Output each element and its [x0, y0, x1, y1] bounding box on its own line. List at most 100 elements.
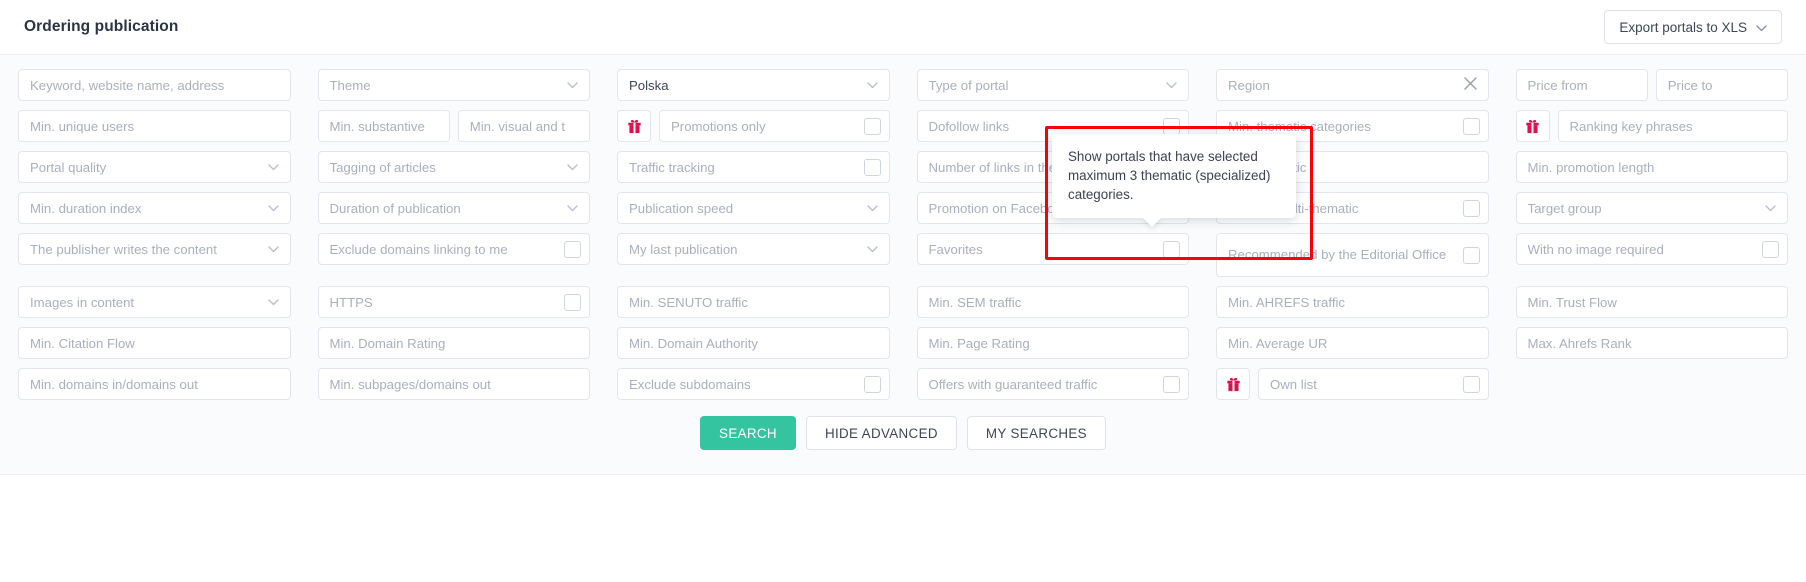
field-label: Offers with guaranteed traffic [928, 376, 1098, 392]
checkbox-promotions-only[interactable] [863, 117, 881, 135]
field-label: Theme [329, 77, 371, 93]
filter-cell: Ranking key phrases [1515, 110, 1788, 142]
filter-actions: SEARCH HIDE ADVANCED MY SEARCHES [18, 400, 1788, 450]
input-field-min-sem-traffic[interactable]: Min. SEM traffic [916, 286, 1189, 318]
filter-cell: With no image required [1515, 233, 1788, 277]
filter-cell: Min. SEM traffic [916, 286, 1189, 318]
filter-cell: Publication speed [617, 192, 890, 224]
input-field-images-in-content[interactable]: Images in content [18, 286, 291, 318]
filter-cell: Min. unique users [18, 110, 291, 142]
checkbox-https[interactable] [564, 293, 581, 311]
input-field-max-ahrefs-rank[interactable]: Max. Ahrefs Rank [1515, 327, 1788, 359]
filter-cell: Favorites [916, 233, 1189, 277]
input-field-min-ahrefs-traffic[interactable]: Min. AHREFS traffic [1216, 286, 1489, 318]
input-field-min-promotion-length[interactable]: Min. promotion length [1515, 151, 1788, 183]
field-label: Min. SEM traffic [928, 294, 1022, 310]
input-field-publication-speed[interactable]: Publication speed [617, 192, 890, 224]
checkbox-dofollow-links[interactable] [1163, 117, 1180, 135]
gift-icon-box[interactable] [617, 110, 651, 142]
input-field-min-average-ur[interactable]: Min. Average UR [1216, 327, 1489, 359]
input-field-target-group[interactable]: Target group [1515, 192, 1788, 224]
checkbox-recommended-by-the-editorial-office[interactable] [1462, 246, 1480, 264]
checkbox-min-thematic-categories[interactable] [1462, 117, 1480, 135]
input-field-min-substantive[interactable]: Min. substantive [317, 110, 450, 142]
input-field-theme[interactable]: Theme [317, 69, 590, 101]
checkbox-field-exclude-subdomains[interactable]: Exclude subdomains [617, 368, 890, 400]
checkbox-field-offers-with-guaranteed-traffic[interactable]: Offers with guaranteed traffic [916, 368, 1189, 400]
input-field-price-to[interactable]: Price to [1655, 69, 1788, 101]
checkbox-exclude-subdomains[interactable] [863, 375, 881, 393]
field-label: With no image required [1527, 241, 1664, 257]
page-title: Ordering publication [24, 18, 179, 35]
checkbox-field-exclude-domains-linking-to-me[interactable]: Exclude domains linking to me [317, 233, 590, 265]
export-button-label: Export portals to XLS [1619, 19, 1747, 35]
input-field-min-page-rating[interactable]: Min. Page Rating [916, 327, 1189, 359]
field-label: Min. Domain Rating [329, 335, 446, 351]
checkbox-exclude-domains-linking-to-me[interactable] [564, 240, 581, 258]
checkbox-field-recommended-by-the-editorial-office[interactable]: Recommended by the Editorial Office [1216, 233, 1489, 277]
gift-icon-box[interactable] [1515, 110, 1550, 142]
input-field-portal-quality[interactable]: Portal quality [18, 151, 291, 183]
field-label: Promotions only [671, 118, 766, 134]
input-field-min-trust-flow[interactable]: Min. Trust Flow [1515, 286, 1788, 318]
input-field-min-unique-users[interactable]: Min. unique users [18, 110, 291, 142]
field-label: Traffic tracking [629, 159, 715, 175]
checkbox-field-favorites[interactable]: Favorites [916, 233, 1189, 265]
field-label: Keyword, website name, address [30, 77, 225, 93]
checkbox-field-https[interactable]: HTTPS [317, 286, 590, 318]
input-field-min-senuto-traffic[interactable]: Min. SENUTO traffic [617, 286, 890, 318]
input-field-region[interactable]: Region [1216, 69, 1489, 101]
checkbox-field-promotions-only[interactable]: Promotions only [659, 110, 890, 142]
input-field-duration-of-publication[interactable]: Duration of publication [317, 192, 590, 224]
input-field-min-visual-and-t[interactable]: Min. visual and t [457, 110, 590, 142]
field-label: Exclude domains linking to me [329, 241, 508, 257]
clear-icon[interactable] [1456, 76, 1477, 94]
field-label: Min. Citation Flow [30, 335, 135, 351]
input-field-min-domains-in-domains-out[interactable]: Min. domains in/domains out [18, 368, 291, 400]
filter-cell-empty [1516, 368, 1789, 400]
checkbox-offers-with-guaranteed-traffic[interactable] [1163, 375, 1180, 393]
input-field-my-last-publication[interactable]: My last publication [617, 233, 890, 265]
field-label: Region [1228, 77, 1270, 93]
input-field-min-subpages-domains-out[interactable]: Min. subpages/domains out [317, 368, 590, 400]
field-label: Min. visual and t [469, 118, 566, 134]
gift-icon-box[interactable] [1216, 368, 1250, 400]
export-portals-to-xls-button[interactable]: Export portals to XLS [1604, 10, 1782, 44]
my-searches-button[interactable]: MY SEARCHES [966, 416, 1106, 450]
footer-divider [0, 474, 1806, 475]
field-label: Tagging of articles [329, 159, 436, 175]
input-field-min-citation-flow[interactable]: Min. Citation Flow [18, 327, 291, 359]
input-field-polska[interactable]: Polska [617, 69, 890, 101]
input-field-tagging-of-articles[interactable]: Tagging of articles [317, 151, 590, 183]
checkbox-field-with-no-image-required[interactable]: With no image required [1515, 233, 1788, 265]
input-field-ranking-key-phrases[interactable]: Ranking key phrases [1557, 110, 1788, 142]
gift-icon [627, 119, 642, 134]
field-label: Max. Ahrefs Rank [1527, 335, 1632, 351]
multi-thematic-tooltip: Show portals that have selected maximum … [1052, 134, 1296, 228]
input-field-the-publisher-writes-the-content[interactable]: The publisher writes the content [18, 233, 291, 265]
checkbox-own-list[interactable] [1462, 375, 1480, 393]
checkbox-field-own-list[interactable]: Own list [1258, 368, 1489, 400]
tooltip-text: Show portals that have selected maximum … [1068, 149, 1271, 203]
checkbox-field-traffic-tracking[interactable]: Traffic tracking [617, 151, 890, 183]
checkbox-with-no-image-required[interactable] [1762, 240, 1779, 258]
field-label: Images in content [30, 294, 135, 310]
checkbox-traffic-tracking[interactable] [863, 158, 881, 176]
checkbox-without-multi-thematic[interactable] [1462, 199, 1480, 217]
search-button[interactable]: SEARCH [700, 416, 796, 450]
field-label: Price from [1527, 77, 1588, 93]
input-field-price-from[interactable]: Price from [1515, 69, 1648, 101]
filter-cell: Theme [317, 69, 590, 101]
checkbox-favorites[interactable] [1163, 240, 1180, 258]
filter-cell: Min. AHREFS traffic [1216, 286, 1489, 318]
input-field-min-domain-authority[interactable]: Min. Domain Authority [617, 327, 890, 359]
field-label: Min. SENUTO traffic [629, 294, 748, 310]
input-field-min-domain-rating[interactable]: Min. Domain Rating [317, 327, 590, 359]
input-field-min-duration-index[interactable]: Min. duration index [18, 192, 291, 224]
field-label: My last publication [629, 241, 738, 257]
input-field-type-of-portal[interactable]: Type of portal [916, 69, 1189, 101]
chevron-down-icon [1756, 20, 1767, 35]
input-field-keyword-website-name-address[interactable]: Keyword, website name, address [18, 69, 291, 101]
hide-advanced-button[interactable]: HIDE ADVANCED [805, 416, 957, 450]
field-label: Duration of publication [329, 200, 461, 216]
